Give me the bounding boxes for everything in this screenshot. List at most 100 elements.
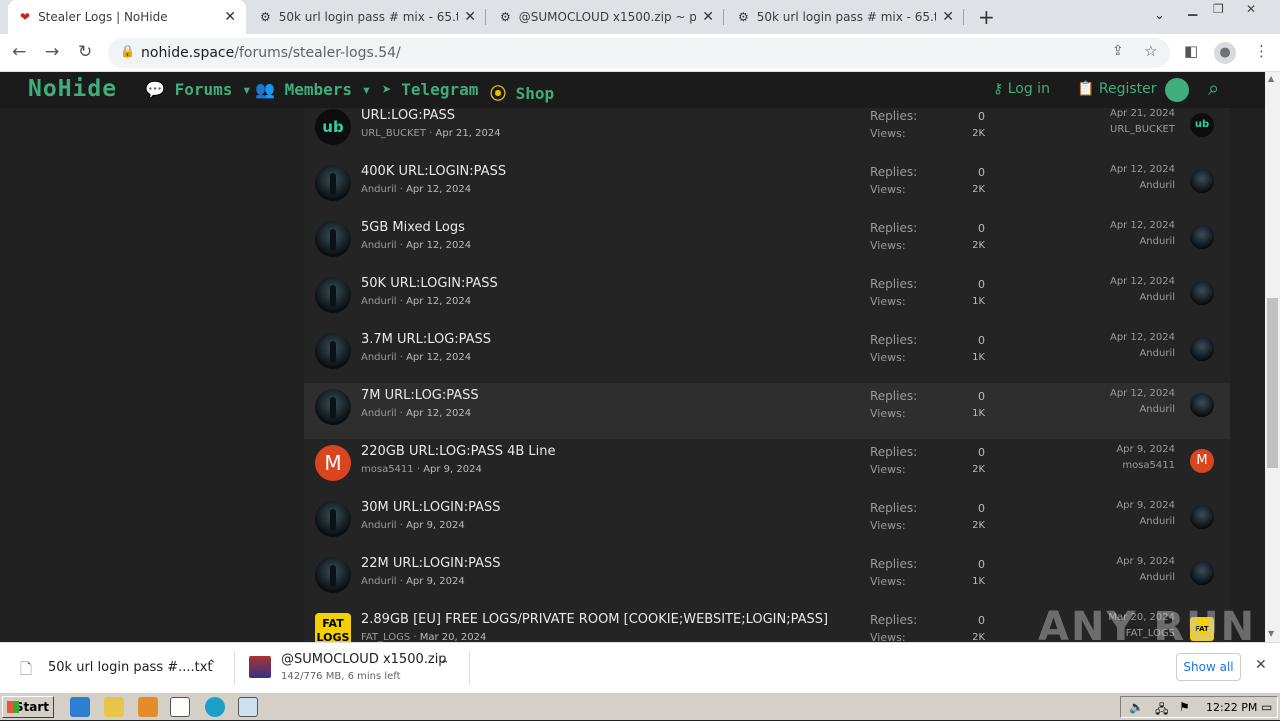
network-icon[interactable]: 🖧	[1155, 700, 1168, 721]
thread-author[interactable]: Anduril	[361, 184, 397, 195]
search-icon[interactable]: ⌕	[1208, 76, 1219, 100]
thread-author[interactable]: Anduril	[361, 520, 397, 531]
thread-author[interactable]: Anduril	[361, 576, 397, 587]
new-tab-plus-icon[interactable]: +	[978, 5, 995, 29]
globe-icon[interactable]	[1165, 78, 1189, 102]
chevron-up-icon[interactable]: ⌃	[206, 658, 217, 673]
thread-title[interactable]: 2.89GB [EU] FREE LOGS/PRIVATE ROOM [COOK…	[361, 612, 828, 627]
thread-author[interactable]: Anduril	[361, 352, 397, 363]
scrollbar-thumb[interactable]	[1267, 298, 1278, 468]
thread-title[interactable]: 7M URL:LOG:PASS	[361, 388, 479, 403]
show-all-button[interactable]: Show all	[1176, 653, 1241, 681]
last-post-date[interactable]: Apr 12, 2024	[1044, 332, 1175, 343]
thread-author[interactable]: Anduril	[361, 240, 397, 251]
thread-title[interactable]: 220GB URL:LOG:PASS 4B Line	[361, 444, 556, 459]
thread-row[interactable]: 30M URL:LOGIN:PASS Anduril · Apr 9, 2024 R…	[304, 495, 1230, 551]
author-avatar[interactable]	[315, 333, 351, 369]
login-link[interactable]: ⚷ Log in	[993, 81, 1050, 97]
nav-forums[interactable]: 💬 Forums ▾	[145, 80, 252, 99]
profile-avatar-icon[interactable]: ●	[1214, 42, 1236, 64]
author-avatar[interactable]	[315, 389, 351, 425]
nav-members[interactable]: 👥 Members ▾	[255, 80, 371, 99]
last-post-date[interactable]: Apr 9, 2024	[1044, 556, 1175, 567]
notepad-icon[interactable]	[238, 697, 258, 717]
last-poster-avatar[interactable]	[1190, 169, 1214, 193]
author-avatar[interactable]: FAT LOGS	[315, 613, 351, 642]
minimize-icon[interactable]: ▁	[1188, 2, 1197, 16]
last-poster-avatar[interactable]	[1190, 505, 1214, 529]
address-bar[interactable]: 🔒 nohide.space/forums/stealer-logs.54/ ⇪…	[108, 38, 1170, 68]
reload-icon[interactable]: ↻	[78, 42, 92, 62]
browser-tab[interactable]: ⚙ 50k url login pass # mix - 65.txt ~ pi ✕	[726, 0, 964, 34]
site-logo[interactable]: NoHide	[28, 76, 117, 102]
close-tab-icon[interactable]: ✕	[224, 9, 236, 25]
thread-row[interactable]: 50K URL:LOGIN:PASS Anduril · Apr 12, 2024…	[304, 271, 1230, 327]
thread-title[interactable]: 400K URL:LOGIN:PASS	[361, 164, 506, 179]
menu-kebab-icon[interactable]: ⋮	[1254, 42, 1269, 60]
thread-author[interactable]: FAT_LOGS	[361, 632, 410, 642]
last-poster-avatar[interactable]: ub	[1190, 113, 1214, 137]
side-panel-icon[interactable]: ◧	[1184, 42, 1198, 60]
scroll-up-icon[interactable]: ▲	[1268, 74, 1274, 83]
close-tab-icon[interactable]: ✕	[942, 9, 954, 25]
thread-title[interactable]: 50K URL:LOGIN:PASS	[361, 276, 498, 291]
show-desktop-icon[interactable]: ▭	[1261, 700, 1272, 714]
nav-shop[interactable]: ⦿ Shop	[490, 80, 554, 104]
media-player-icon[interactable]	[138, 697, 158, 717]
last-poster-avatar[interactable]	[1190, 393, 1214, 417]
thread-title[interactable]: 22M URL:LOGIN:PASS	[361, 556, 501, 571]
last-poster-avatar[interactable]	[1190, 337, 1214, 361]
close-window-icon[interactable]: ✕	[1246, 2, 1256, 16]
last-post-date[interactable]: Apr 12, 2024	[1044, 276, 1175, 287]
chevron-up-icon[interactable]: ⌃	[439, 658, 450, 673]
browser-tab[interactable]: ⚙ @SUMOCLOUD x1500.zip ~ pixeldra ✕	[488, 0, 724, 34]
thread-author[interactable]: mosa5411	[361, 464, 414, 475]
forward-icon[interactable]: →	[45, 42, 59, 62]
thread-author[interactable]: Anduril	[361, 408, 397, 419]
thread-row[interactable]: M 220GB URL:LOG:PASS 4B Line mosa5411 · Ap…	[304, 439, 1230, 495]
nav-telegram[interactable]: ➤ Telegram	[382, 80, 478, 99]
bookmark-star-icon[interactable]: ☆	[1144, 42, 1157, 60]
author-avatar[interactable]	[315, 277, 351, 313]
volume-icon[interactable]: 🔈	[1129, 700, 1144, 714]
thread-row[interactable]: 5GB Mixed Logs Anduril · Apr 12, 2024 Repl…	[304, 215, 1230, 271]
last-post-date[interactable]: Apr 12, 2024	[1044, 388, 1175, 399]
thread-row[interactable]: 400K URL:LOGIN:PASS Anduril · Apr 12, 202…	[304, 159, 1230, 215]
last-post-user[interactable]: Anduril	[1044, 404, 1175, 415]
last-poster-avatar[interactable]: M	[1190, 449, 1214, 473]
last-post-user[interactable]: Anduril	[1044, 292, 1175, 303]
last-post-date[interactable]: Apr 9, 2024	[1044, 444, 1175, 455]
thread-row[interactable]: 3.7M URL:LOG:PASS Anduril · Apr 12, 2024 R…	[304, 327, 1230, 383]
back-icon[interactable]: ←	[12, 42, 26, 62]
thread-title[interactable]: URL:LOG:PASS	[361, 108, 455, 123]
last-post-user[interactable]: Anduril	[1044, 516, 1175, 527]
last-poster-avatar[interactable]	[1190, 561, 1214, 585]
ie-icon[interactable]	[70, 697, 90, 717]
download-item[interactable]: 🗋 50k url login pass #....txt ⌃	[0, 643, 234, 693]
last-post-date[interactable]: Apr 12, 2024	[1044, 220, 1175, 231]
thread-row[interactable]: 22M URL:LOGIN:PASS Anduril · Apr 9, 2024 R…	[304, 551, 1230, 607]
register-link[interactable]: 📋 Register	[1077, 81, 1157, 97]
author-avatar[interactable]	[315, 557, 351, 593]
close-shelf-icon[interactable]: ✕	[1255, 657, 1267, 673]
last-post-user[interactable]: Anduril	[1044, 180, 1175, 191]
author-avatar[interactable]: M	[315, 445, 351, 481]
thread-author[interactable]: Anduril	[361, 296, 397, 307]
start-button[interactable]: Start	[2, 696, 54, 718]
thread-title[interactable]: 5GB Mixed Logs	[361, 220, 465, 235]
close-tab-icon[interactable]: ✕	[702, 9, 714, 25]
page-scrollbar[interactable]: ▲ ▼	[1265, 72, 1280, 642]
scroll-down-icon[interactable]: ▼	[1268, 629, 1274, 638]
chrome-icon[interactable]	[170, 697, 190, 717]
thread-title[interactable]: 3.7M URL:LOG:PASS	[361, 332, 491, 347]
thread-row[interactable]: ub URL:LOG:PASS URL_BUCKET · Apr 21, 2024 R…	[304, 103, 1230, 159]
last-post-date[interactable]: Apr 12, 2024	[1044, 164, 1175, 175]
author-avatar[interactable]	[315, 501, 351, 537]
last-post-date[interactable]: Apr 21, 2024	[1044, 108, 1175, 119]
last-post-user[interactable]: mosa5411	[1044, 460, 1175, 471]
author-avatar[interactable]	[315, 221, 351, 257]
edge-icon[interactable]	[205, 697, 225, 717]
folder-icon[interactable]	[104, 697, 124, 717]
close-tab-icon[interactable]: ✕	[464, 9, 476, 25]
browser-tab[interactable]: ⚙ 50k url login pass # mix - 65.txt ~ pi ✕	[248, 0, 486, 34]
